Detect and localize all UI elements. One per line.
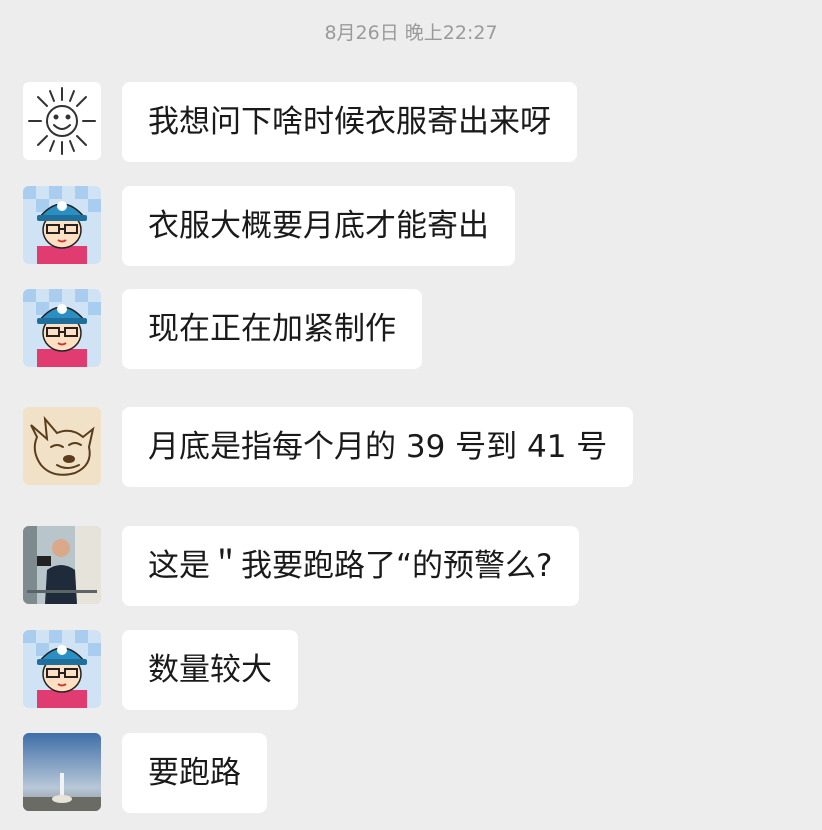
message-bubble[interactable]: 衣服大概要月底才能寄出	[122, 186, 515, 266]
message-bubble[interactable]: 现在正在加紧制作	[122, 289, 422, 369]
message-bubble[interactable]: 月底是指每个月的 39 号到 41 号	[122, 407, 634, 487]
avatar-doge-sketch-icon[interactable]	[23, 407, 101, 485]
message-bubble[interactable]: 这是＂我要跑路了“的预警么?	[122, 526, 579, 606]
avatar-cartoon-boy-cap-icon[interactable]	[23, 630, 101, 708]
avatar-cartoon-boy-cap-icon[interactable]	[23, 289, 101, 367]
avatar-sun-face-icon[interactable]	[23, 82, 101, 160]
message-bubble[interactable]: 要跑路	[122, 733, 267, 813]
chat-timestamp: 8月26日 晚上22:27	[324, 22, 498, 44]
avatar-rocket-launch-photo-icon[interactable]	[23, 733, 101, 811]
avatar-person-photo-icon[interactable]	[23, 526, 101, 604]
message-bubble[interactable]: 我想问下啥时候衣服寄出来呀	[122, 82, 577, 162]
message-bubble[interactable]: 数量较大	[122, 630, 298, 710]
avatar-cartoon-boy-cap-icon[interactable]	[23, 186, 101, 264]
